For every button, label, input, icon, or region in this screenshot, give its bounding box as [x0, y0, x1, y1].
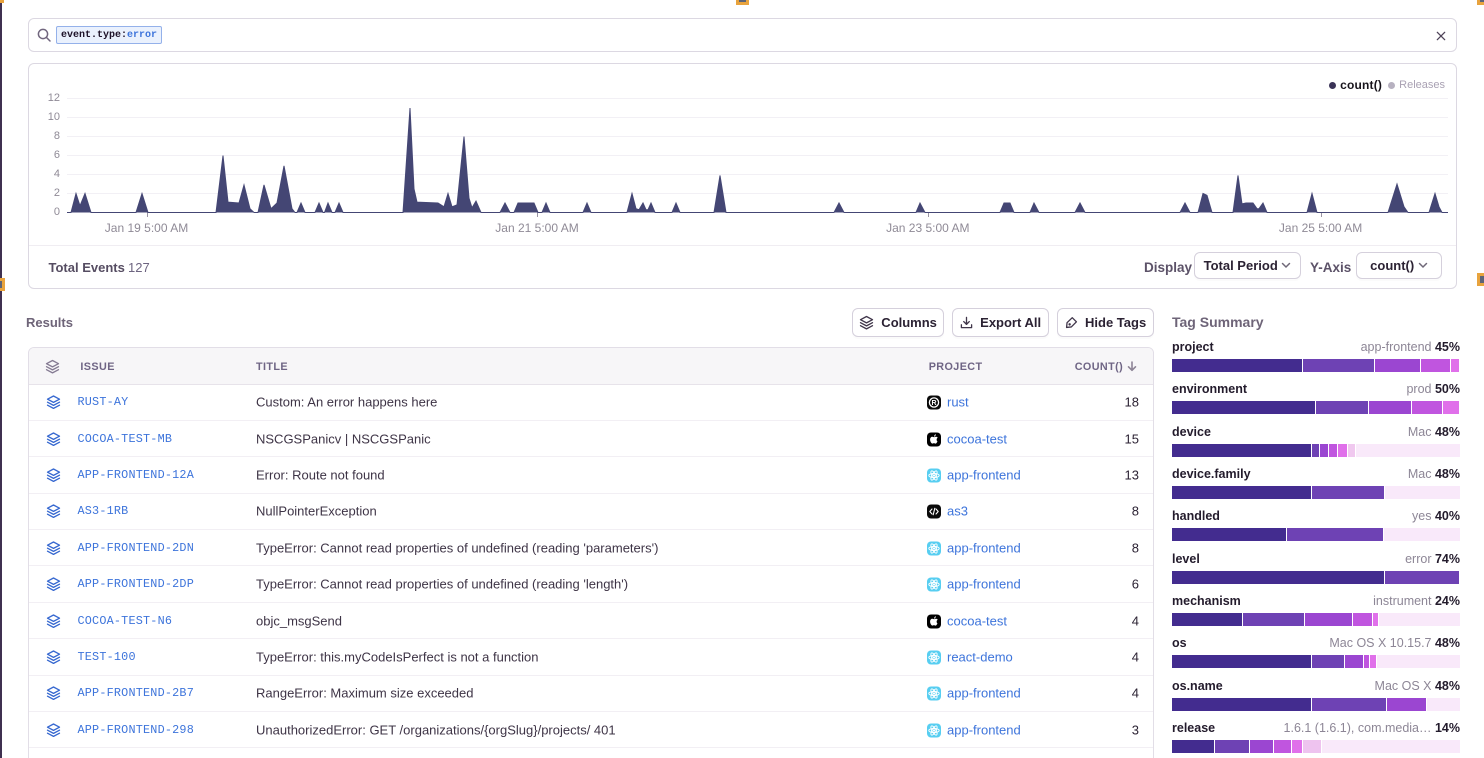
svg-text:R: R — [931, 400, 936, 407]
